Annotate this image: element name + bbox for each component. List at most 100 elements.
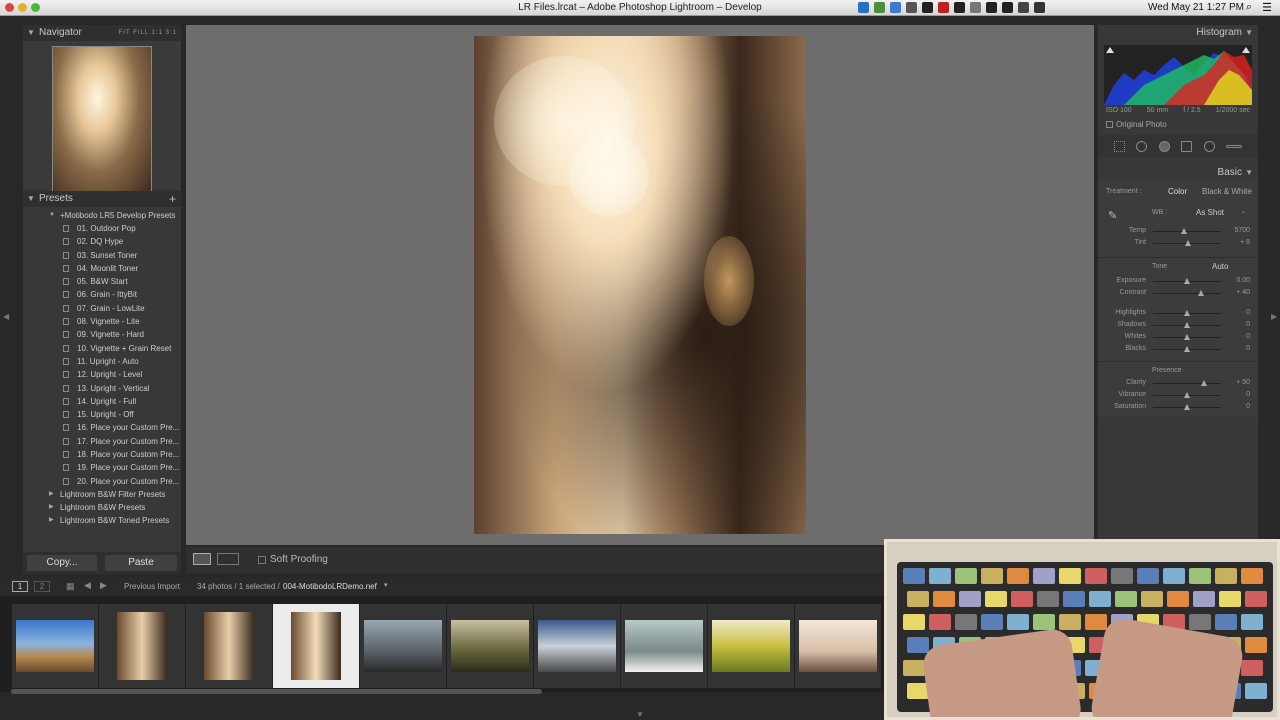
tone-auto-button[interactable]: Auto: [1212, 262, 1228, 271]
preset-item[interactable]: 01. Outdoor Pop: [23, 222, 181, 235]
original-photo-checkbox[interactable]: [1106, 121, 1113, 128]
filmstrip-thumbnail[interactable]: [621, 604, 707, 688]
left-panel-arrow[interactable]: ◀: [3, 312, 9, 321]
wb-select[interactable]: As Shot: [1196, 208, 1224, 217]
screen-2-button[interactable]: 2: [34, 581, 50, 592]
preset-item[interactable]: 18. Place your Custom Pre...: [23, 448, 181, 461]
preset-item[interactable]: 13. Upright - Vertical: [23, 382, 181, 395]
slider-shadows[interactable]: Shadows 0: [1098, 319, 1258, 331]
slider-thumb[interactable]: [1184, 392, 1190, 398]
preset-item[interactable]: 02. DQ Hype: [23, 235, 181, 248]
status-icon[interactable]: [874, 2, 885, 13]
basic-header[interactable]: Basic ▼: [1098, 165, 1258, 181]
filmstrip-source[interactable]: Previous Import: [124, 582, 180, 591]
status-icon[interactable]: [858, 2, 869, 13]
slider-value[interactable]: 0: [1246, 403, 1250, 410]
collapse-triangle-icon[interactable]: ▼: [1245, 165, 1253, 181]
clipping-indicator[interactable]: [1242, 47, 1250, 53]
preset-item[interactable]: 07. Grain - LowLite: [23, 302, 181, 315]
preset-item[interactable]: 03. Sunset Toner: [23, 249, 181, 262]
slider-track[interactable]: [1153, 231, 1221, 232]
preset-item[interactable]: 09. Vignette - Hard: [23, 328, 181, 341]
slider-value[interactable]: 0.00: [1236, 277, 1250, 284]
filmstrip-thumbnail[interactable]: [534, 604, 620, 688]
collapsed-triangle-icon[interactable]: ▶: [49, 514, 54, 527]
preset-item[interactable]: 11. Upright - Auto: [23, 355, 181, 368]
preset-folder[interactable]: ▶ Lightroom B&W Presets: [23, 501, 181, 514]
slider-clarity[interactable]: Clarity + 50: [1098, 377, 1258, 389]
expanded-triangle-icon[interactable]: ▼: [49, 209, 55, 222]
status-icon[interactable]: [1002, 2, 1013, 13]
spotlight-icon[interactable]: ⌕: [1246, 1, 1252, 14]
chevron-down-icon[interactable]: ▾: [384, 581, 388, 589]
filmstrip-thumbnail[interactable]: [795, 604, 881, 688]
slider-thumb[interactable]: [1184, 310, 1190, 316]
collapsed-triangle-icon[interactable]: ▶: [49, 488, 54, 501]
status-icon[interactable]: [1018, 2, 1029, 13]
preset-folder-open[interactable]: ▼ +Motibodo LR5 Develop Presets: [23, 209, 181, 222]
spot-removal-icon[interactable]: [1136, 140, 1148, 152]
collapsed-triangle-icon[interactable]: ▶: [49, 501, 54, 514]
collapse-triangle-icon[interactable]: ▼: [1245, 25, 1253, 41]
status-icon[interactable]: [986, 2, 997, 13]
filmstrip-thumbnail[interactable]: [12, 604, 98, 688]
adjustment-brush-icon[interactable]: [1226, 144, 1243, 148]
paste-button[interactable]: Paste: [105, 555, 177, 571]
filmstrip-thumbnail[interactable]: [186, 604, 272, 688]
navigator-header[interactable]: ▼ Navigator FIT FILL 1:1 3:1: [23, 25, 181, 41]
red-eye-icon[interactable]: [1158, 140, 1170, 152]
crop-tool-icon[interactable]: [1113, 140, 1125, 152]
slider-thumb[interactable]: [1184, 334, 1190, 340]
slider-value[interactable]: 0: [1246, 309, 1250, 316]
slider-contrast[interactable]: Contrast + 40: [1098, 287, 1258, 299]
slider-saturation[interactable]: Saturation 0: [1098, 401, 1258, 413]
status-icon[interactable]: [938, 2, 949, 13]
histogram-header[interactable]: Histogram ▼: [1098, 25, 1258, 41]
menubar-clock[interactable]: Wed May 21 1:27 PM: [1148, 2, 1244, 13]
treatment-color[interactable]: Color: [1168, 187, 1187, 196]
slider-value[interactable]: 0: [1246, 333, 1250, 340]
preset-item[interactable]: 19. Place your Custom Pre...: [23, 461, 181, 474]
slider-vibrance[interactable]: Vibrance 0: [1098, 389, 1258, 401]
slider-thumb[interactable]: [1184, 346, 1190, 352]
screen-1-button[interactable]: 1: [12, 581, 28, 592]
volume-icon[interactable]: [1034, 2, 1045, 13]
slider-blacks[interactable]: Blacks 0: [1098, 343, 1258, 355]
filmstrip-thumbnail[interactable]: [360, 604, 446, 688]
slider-value[interactable]: 0: [1246, 321, 1250, 328]
current-filename[interactable]: 004-MotibodoLRDemo.nef: [283, 582, 377, 591]
add-preset-icon[interactable]: +: [169, 191, 176, 207]
preset-folder[interactable]: ▶ Lightroom B&W Filter Presets: [23, 488, 181, 501]
bottom-panel-arrow[interactable]: ▼: [636, 710, 644, 719]
slider-highlights[interactable]: Highlights 0: [1098, 307, 1258, 319]
preset-item[interactable]: 20. Place your Custom Pre...: [23, 475, 181, 488]
slider-value[interactable]: 5700: [1234, 227, 1250, 234]
main-photo[interactable]: [474, 36, 806, 534]
preset-item[interactable]: 15. Upright - Off: [23, 408, 181, 421]
compare-view-icon[interactable]: [217, 553, 239, 565]
preset-item[interactable]: 08. Vignette - Lite: [23, 315, 181, 328]
status-icon[interactable]: [954, 2, 965, 13]
copy-button[interactable]: Copy...: [27, 555, 97, 571]
slider-thumb[interactable]: [1201, 380, 1207, 386]
soft-proofing-checkbox[interactable]: [258, 556, 266, 564]
right-panel-arrow[interactable]: ▶: [1271, 312, 1277, 321]
slider-value[interactable]: + 8: [1240, 239, 1250, 246]
slider-value[interactable]: 0: [1246, 391, 1250, 398]
slider-thumb[interactable]: [1184, 322, 1190, 328]
notification-icon[interactable]: ☰: [1262, 1, 1272, 14]
status-icon[interactable]: [970, 2, 981, 13]
original-photo-toggle[interactable]: Original Photo: [1106, 120, 1250, 129]
histogram-graph[interactable]: [1104, 45, 1252, 105]
preset-folder[interactable]: ▶ Lightroom B&W Toned Presets: [23, 514, 181, 527]
filmstrip-thumbnail[interactable]: [708, 604, 794, 688]
slider-thumb[interactable]: [1180, 228, 1187, 234]
forward-arrow-icon[interactable]: ▶: [100, 580, 107, 591]
preset-item[interactable]: 12. Upright - Level: [23, 368, 181, 381]
filmstrip-thumbnail[interactable]: [99, 604, 185, 688]
wb-eyedropper-icon[interactable]: ✎: [1108, 209, 1117, 222]
status-icon[interactable]: [922, 2, 933, 13]
slider-thumb[interactable]: [1185, 240, 1192, 246]
slider-track[interactable]: [1153, 383, 1221, 384]
preset-item[interactable]: 16. Place your Custom Pre...: [23, 421, 181, 434]
